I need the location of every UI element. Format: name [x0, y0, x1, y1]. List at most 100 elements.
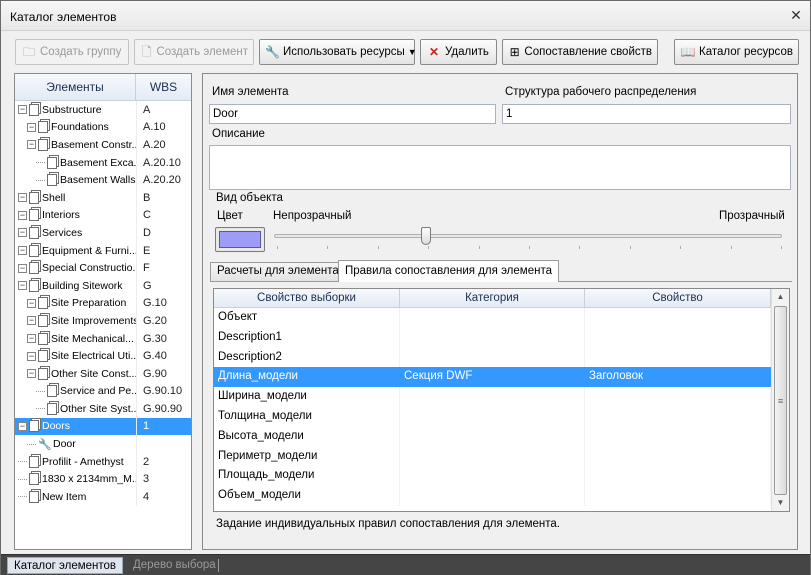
grid-row[interactable]: Объем_модели: [214, 486, 771, 506]
tree-row[interactable]: − Foundations A.10: [15, 118, 191, 137]
selection-property-cell[interactable]: Description1: [214, 327, 400, 348]
tree-row[interactable]: New Item 4: [15, 488, 191, 506]
tab-element-calculations[interactable]: Расчеты для элемента: [210, 262, 346, 281]
tree-node[interactable]: − Services: [15, 224, 136, 242]
element-name-field[interactable]: Door: [209, 104, 496, 124]
property-cell[interactable]: Заголовок: [585, 367, 771, 388]
grid-row[interactable]: Высота_модели: [214, 426, 771, 447]
grid-row[interactable]: Description1: [214, 327, 771, 348]
grid-row[interactable]: Площадь_модели: [214, 466, 771, 487]
tree-row[interactable]: − Other Site Const... G.90: [15, 364, 191, 383]
tree-node[interactable]: − Substructure: [15, 101, 136, 119]
category-cell[interactable]: Секция DWF: [400, 367, 585, 388]
scroll-thumb[interactable]: ≡: [774, 306, 787, 495]
selection-property-cell[interactable]: Периметр_модели: [214, 446, 400, 467]
property-cell[interactable]: [585, 486, 771, 506]
tree-row[interactable]: − Services D: [15, 224, 191, 242]
tree-node[interactable]: New Item: [15, 488, 136, 506]
category-cell[interactable]: [400, 406, 585, 427]
tree-row[interactable]: − Interiors C: [15, 206, 191, 225]
tree-row[interactable]: − Equipment & Furni... E: [15, 241, 191, 260]
grid-row[interactable]: Периметр_модели: [214, 446, 771, 467]
tree-node[interactable]: − Site Preparation: [15, 295, 136, 313]
tab-item-catalog[interactable]: Каталог элементов: [7, 557, 124, 574]
tree-node[interactable]: Other Site Syst...: [15, 400, 136, 418]
expand-collapse-icon[interactable]: −: [27, 351, 36, 361]
expand-collapse-icon[interactable]: −: [27, 369, 36, 379]
property-mapping-button[interactable]: ⊞ Сопоставление свойств: [502, 39, 658, 65]
tree-row[interactable]: Basement Exca... A.20.10: [15, 153, 191, 172]
tree-node[interactable]: Basement Exca...: [15, 154, 136, 172]
tab-mapping-rules[interactable]: Правила сопоставления для элемента: [338, 260, 559, 282]
property-cell[interactable]: [585, 466, 771, 487]
tree-row[interactable]: − Substructure A: [15, 101, 191, 119]
use-resources-button[interactable]: 🔧 Использовать ресурсы ▼: [259, 39, 417, 65]
transparency-slider-track[interactable]: [274, 234, 782, 238]
selection-property-cell[interactable]: Длина_модели: [214, 367, 400, 388]
tree-row[interactable]: − Shell B: [15, 188, 191, 207]
tree-node[interactable]: 1830 x 2134mm_M...: [15, 470, 136, 488]
expand-collapse-icon[interactable]: −: [18, 263, 27, 273]
column-property[interactable]: Свойство: [585, 289, 771, 307]
expand-collapse-icon[interactable]: −: [27, 334, 36, 344]
selection-property-cell[interactable]: Высота_модели: [214, 426, 400, 447]
tree-row[interactable]: 1830 x 2134mm_M... 3: [15, 470, 191, 489]
column-elements-header[interactable]: Элементы: [15, 74, 136, 100]
property-cell[interactable]: [585, 308, 771, 328]
selection-property-cell[interactable]: Объект: [214, 308, 400, 328]
tree-row[interactable]: − Doors 1: [15, 417, 191, 436]
expand-collapse-icon[interactable]: −: [18, 421, 27, 431]
grid-row[interactable]: Толщина_модели: [214, 406, 771, 427]
category-cell[interactable]: [400, 446, 585, 467]
column-category[interactable]: Категория: [400, 289, 585, 307]
category-cell[interactable]: [400, 347, 585, 368]
expand-collapse-icon[interactable]: −: [18, 193, 27, 203]
selection-property-cell[interactable]: Объем_модели: [214, 486, 400, 506]
expand-collapse-icon[interactable]: −: [18, 228, 27, 238]
tree-node[interactable]: − Special Constructio...: [15, 259, 136, 277]
create-element-button[interactable]: 🗋 Создать элемент: [134, 39, 254, 65]
property-cell[interactable]: [585, 446, 771, 467]
tree-node[interactable]: − Shell: [15, 189, 136, 207]
tree-node[interactable]: − Interiors: [15, 207, 136, 225]
close-icon[interactable]: ✕: [787, 6, 805, 24]
category-cell[interactable]: [400, 308, 585, 328]
tree-row[interactable]: − Site Improvements G.20: [15, 312, 191, 330]
expand-collapse-icon[interactable]: −: [18, 281, 27, 291]
tree-node[interactable]: − Other Site Const...: [15, 365, 136, 383]
tab-selection-tree[interactable]: Дерево выбора: [127, 557, 222, 574]
tree-row[interactable]: Other Site Syst... G.90.90: [15, 400, 191, 418]
category-cell[interactable]: [400, 327, 585, 348]
expand-collapse-icon[interactable]: −: [27, 298, 36, 308]
color-picker-button[interactable]: [215, 227, 265, 252]
tree-row[interactable]: Service and Pe... G.90.10: [15, 382, 191, 401]
tree-node[interactable]: − Basement Constr...: [15, 136, 136, 154]
description-field[interactable]: [209, 145, 791, 190]
tree-row[interactable]: Basement Walls A.20.20: [15, 171, 191, 189]
selection-property-cell[interactable]: Description2: [214, 347, 400, 368]
scroll-down-icon[interactable]: ▼: [772, 496, 789, 510]
property-cell[interactable]: [585, 347, 771, 368]
grid-row[interactable]: Объект: [214, 308, 771, 328]
expand-collapse-icon[interactable]: −: [18, 210, 27, 220]
category-cell[interactable]: [400, 426, 585, 447]
property-cell[interactable]: [585, 426, 771, 447]
property-cell[interactable]: [585, 387, 771, 407]
expand-collapse-icon[interactable]: −: [27, 122, 36, 132]
tree-row[interactable]: 🔧 Door: [15, 435, 191, 453]
grid-row[interactable]: Ширина_модели: [214, 387, 771, 407]
tree-row[interactable]: Profilit - Amethyst 2: [15, 452, 191, 471]
grid-row[interactable]: Длина_модели Секция DWF Заголовок: [214, 367, 771, 388]
tree-node[interactable]: − Site Electrical Uti...: [15, 347, 136, 365]
selection-property-cell[interactable]: Площадь_модели: [214, 466, 400, 487]
category-cell[interactable]: [400, 387, 585, 407]
transparency-slider-thumb[interactable]: [421, 227, 432, 245]
tree-node[interactable]: 🔧 Door: [15, 435, 136, 453]
tree-node[interactable]: Basement Walls: [15, 171, 136, 189]
tree-row[interactable]: − Basement Constr... A.20: [15, 136, 191, 154]
expand-collapse-icon[interactable]: −: [27, 316, 36, 326]
tree-node[interactable]: − Site Improvements: [15, 312, 136, 330]
tree-node[interactable]: Profilit - Amethyst: [15, 453, 136, 471]
column-selection-property[interactable]: Свойство выборки: [214, 289, 400, 307]
tree-node[interactable]: Service and Pe...: [15, 383, 136, 401]
